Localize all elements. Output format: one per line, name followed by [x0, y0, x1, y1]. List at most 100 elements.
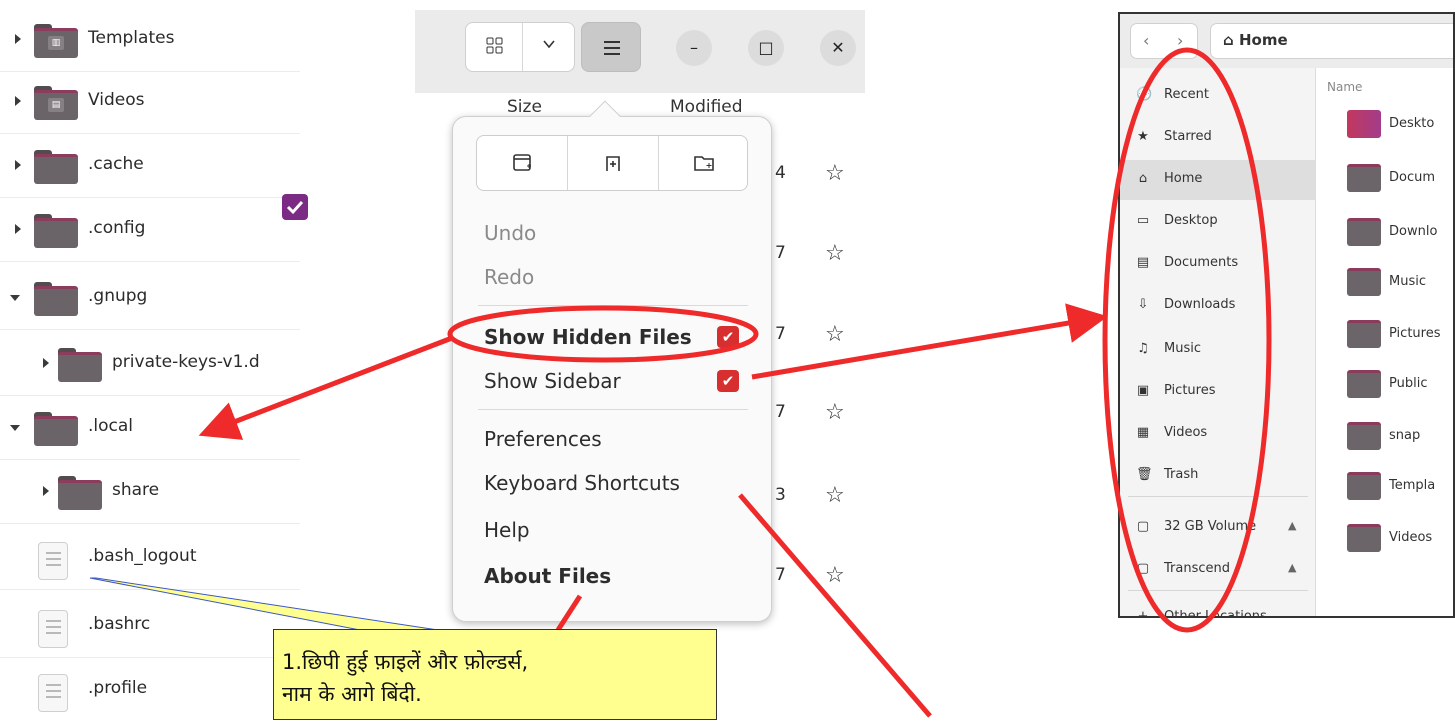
sidebar-item-downloads[interactable]: ⇩ Downloads	[1120, 286, 1316, 326]
list-row: 3 ☆	[765, 483, 865, 515]
sidebar-item-videos[interactable]: ▦ Videos	[1120, 414, 1316, 454]
tree-row-label: Videos	[88, 90, 145, 110]
star-icon[interactable]: ☆	[825, 400, 845, 425]
sidebar-item-label: Starred	[1164, 129, 1212, 144]
sidebar-item-other-locations[interactable]: + Other Locations	[1120, 598, 1316, 616]
sidebar-item-label: Pictures	[1164, 383, 1216, 398]
tree-row-label: .config	[88, 218, 146, 238]
expand-arrow-icon[interactable]	[15, 224, 21, 234]
tree-row-gnupg[interactable]: .gnupg	[0, 268, 300, 330]
eject-icon[interactable]: ▲	[1288, 561, 1296, 574]
star-icon[interactable]: ☆	[825, 241, 845, 266]
menu-keyboard-shortcuts[interactable]: Keyboard Shortcuts	[484, 471, 680, 495]
star-icon[interactable]: ☆	[825, 483, 845, 508]
star-icon[interactable]: ☆	[825, 322, 845, 347]
star-icon[interactable]: ☆	[825, 161, 845, 186]
grid-view-icon[interactable]	[486, 37, 504, 55]
menu-undo[interactable]: Undo	[484, 221, 536, 245]
column-size[interactable]: Size	[507, 97, 542, 117]
menu-about-files[interactable]: About Files	[484, 564, 611, 588]
row-value: 4	[775, 163, 786, 183]
minimize-button[interactable]: –	[676, 30, 712, 66]
file-item[interactable]: Docum	[1347, 160, 1453, 202]
tree-row-templates[interactable]: ▥ Templates	[0, 10, 300, 72]
file-item-label: Music	[1389, 274, 1426, 289]
file-item-label: Docum	[1389, 170, 1436, 185]
file-item[interactable]: Public	[1347, 366, 1453, 408]
menu-button-row	[476, 135, 748, 191]
file-item[interactable]: Downlo	[1347, 214, 1453, 256]
menu-preferences[interactable]: Preferences	[484, 427, 602, 451]
eject-icon[interactable]: ▲	[1288, 519, 1296, 532]
sidebar-item-home[interactable]: ⌂ Home	[1120, 160, 1316, 200]
tree-row-profile[interactable]: .profile	[0, 660, 300, 722]
tree-row-label: .bashrc	[88, 614, 151, 634]
path-home-label: Home	[1238, 31, 1288, 49]
menu-help[interactable]: Help	[484, 518, 530, 542]
music-icon: ♫	[1137, 341, 1149, 356]
folder-icon	[1347, 524, 1381, 552]
file-tree: ▥ Templates ▤ Videos .cache .config .gnu…	[0, 0, 300, 720]
expand-arrow-icon[interactable]	[15, 160, 21, 170]
file-item[interactable]: Templa	[1347, 468, 1453, 510]
drive-icon: ▢	[1136, 519, 1150, 534]
file-item[interactable]: snap	[1347, 418, 1453, 460]
collapse-arrow-icon[interactable]	[10, 425, 20, 431]
sidebar-item-music[interactable]: ♫ Music	[1120, 330, 1316, 370]
new-tab-button[interactable]	[568, 136, 658, 190]
sidebar-item-pictures[interactable]: ▣ Pictures	[1120, 372, 1316, 412]
new-folder-button[interactable]	[659, 136, 749, 190]
video-icon: ▦	[1136, 425, 1150, 440]
expand-arrow-icon[interactable]	[43, 486, 49, 496]
sidebar-item-transcend[interactable]: ▢ Transcend ▲	[1120, 550, 1316, 590]
tree-row-cache[interactable]: .cache	[0, 136, 300, 198]
file-item[interactable]: Music	[1347, 264, 1453, 306]
column-name[interactable]: Name	[1327, 80, 1362, 94]
view-toggle-group[interactable]	[465, 22, 575, 72]
expand-arrow-icon[interactable]	[15, 96, 21, 106]
menu-show-sidebar[interactable]: Show Sidebar	[484, 369, 621, 393]
folder-icon	[1347, 370, 1381, 398]
tree-row-bashrc[interactable]: .bashrc	[0, 596, 300, 658]
forward-button[interactable]: ›	[1177, 31, 1183, 50]
star-icon[interactable]: ☆	[825, 563, 845, 588]
sidebar-item-documents[interactable]: ▤ Documents	[1120, 244, 1316, 284]
tree-row-private-keys[interactable]: private-keys-v1.d	[0, 334, 300, 396]
collapse-arrow-icon[interactable]	[10, 295, 20, 301]
menu-redo[interactable]: Redo	[484, 265, 534, 289]
file-item[interactable]: Deskto	[1347, 106, 1453, 148]
chevron-down-icon[interactable]	[542, 37, 556, 55]
tree-row-share[interactable]: share	[0, 462, 300, 524]
file-item[interactable]: Pictures	[1347, 316, 1453, 358]
tree-row-local[interactable]: .local	[0, 398, 300, 460]
tree-row-videos[interactable]: ▤ Videos	[0, 72, 300, 134]
sidebar-item-trash[interactable]: 🗑 Trash	[1120, 456, 1316, 496]
maximize-button[interactable]: □	[748, 30, 784, 66]
folder-icon	[1347, 268, 1381, 296]
path-home[interactable]: ⌂ Home	[1223, 31, 1288, 49]
picture-icon: ▣	[1136, 383, 1150, 398]
sidebar-item-32gb-volume[interactable]: ▢ 32 GB Volume ▲	[1120, 508, 1316, 548]
sidebar-item-label: Documents	[1164, 255, 1239, 270]
drive-icon: ▢	[1136, 561, 1150, 576]
sidebar-item-recent[interactable]: 🕓 Recent	[1120, 76, 1316, 116]
callout-line-1: 1.छिपी हुई फ़ाइलें और फ़ोल्डर्स,	[282, 650, 529, 674]
files-headerbar: ‹ › ⌂ Home	[1120, 14, 1453, 68]
back-button[interactable]: ‹	[1143, 31, 1149, 50]
new-window-button[interactable]	[477, 136, 567, 190]
file-item[interactable]: Videos	[1347, 520, 1453, 562]
expand-arrow-icon[interactable]	[15, 34, 21, 44]
sidebar-item-label: Recent	[1164, 87, 1209, 102]
tree-row-config[interactable]: .config	[0, 200, 300, 262]
expand-arrow-icon[interactable]	[43, 358, 49, 368]
close-button[interactable]: ✕	[820, 30, 856, 66]
show-hidden-checkbox[interactable]: ✔	[717, 326, 739, 348]
menu-show-hidden-files[interactable]: Show Hidden Files	[484, 325, 692, 349]
column-modified[interactable]: Modified	[670, 97, 743, 117]
sidebar-item-desktop[interactable]: ▭ Desktop	[1120, 202, 1316, 242]
tree-row-bash-logout[interactable]: .bash_logout	[0, 528, 300, 590]
show-sidebar-checkbox[interactable]: ✔	[717, 370, 739, 392]
main-menu-button[interactable]	[581, 22, 641, 72]
sidebar-item-starred[interactable]: ★ Starred	[1120, 118, 1316, 158]
path-bar[interactable]: ⌂ Home	[1210, 23, 1453, 59]
